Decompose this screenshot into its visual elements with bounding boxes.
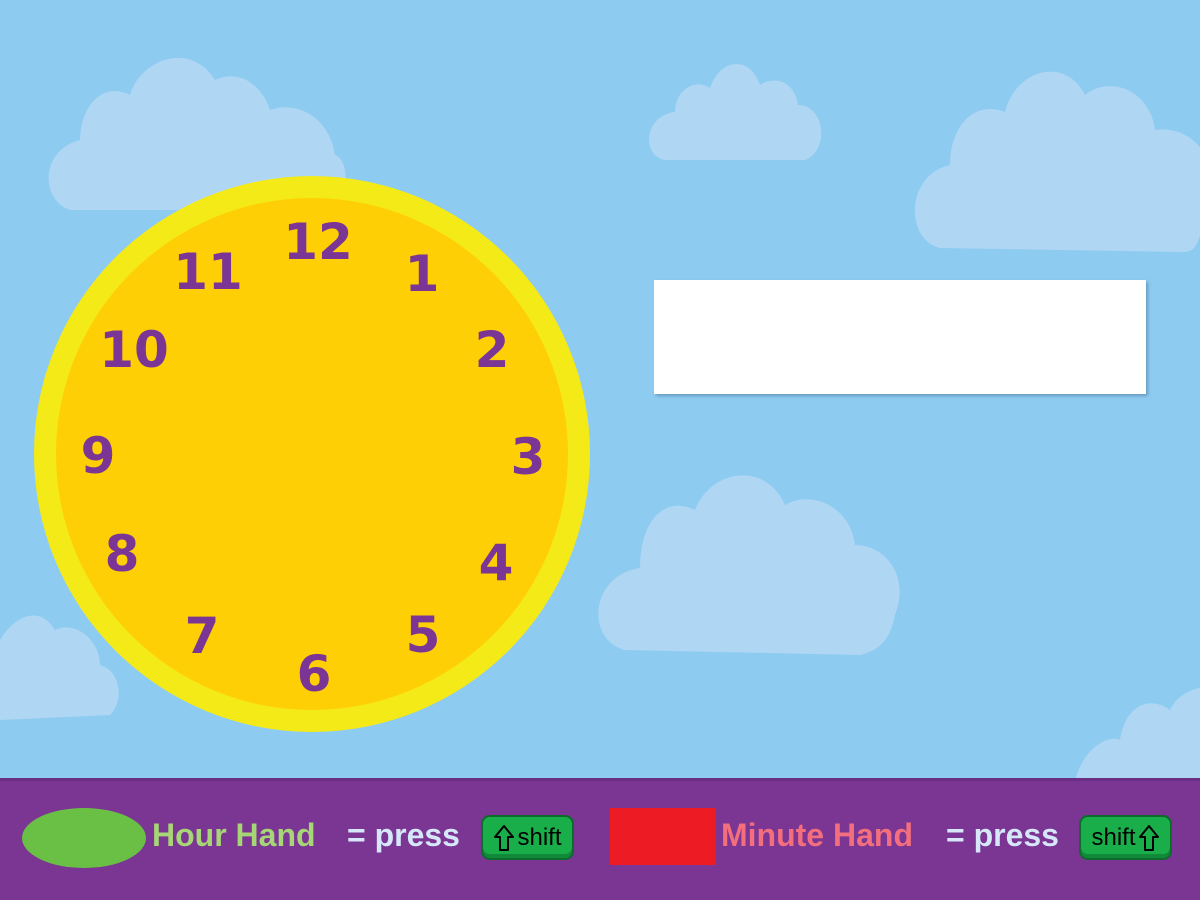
hour-hand-press-text: = press	[347, 817, 460, 853]
clock-number-12: 12	[283, 213, 353, 271]
clock-number-9: 9	[80, 427, 116, 485]
cloud-bottom-right	[1075, 688, 1200, 780]
clock-number-5: 5	[405, 606, 441, 664]
clock-number-3: 3	[510, 428, 546, 486]
cloud-top-center	[648, 63, 822, 160]
hour-hand-swatch	[22, 808, 146, 868]
clock-number-10: 10	[99, 321, 169, 379]
minute-hand-swatch	[610, 808, 716, 865]
hour-shift-key-label: shift	[517, 823, 562, 851]
clock-face[interactable]	[56, 198, 568, 710]
clock-number-1: 1	[404, 245, 440, 303]
clock-number-7: 7	[184, 607, 220, 665]
clock-number-8: 8	[104, 525, 140, 583]
clock[interactable]: 12 1 2 3 4 5 6 7 8 9 10 11	[34, 176, 590, 732]
clock-number-6: 6	[296, 645, 332, 703]
minute-hand-press-text: = press	[946, 817, 1059, 853]
clock-number-2: 2	[474, 321, 510, 379]
clock-number-4: 4	[478, 534, 514, 592]
time-answer-box[interactable]	[654, 280, 1146, 394]
minute-shift-key-label: shift	[1091, 823, 1136, 851]
hour-shift-key[interactable]: shift	[481, 815, 574, 860]
minute-hand-label: Minute Hand	[721, 817, 913, 853]
up-arrow-icon	[1138, 824, 1160, 852]
up-arrow-icon	[493, 824, 515, 852]
cloud-middle-right	[598, 475, 900, 655]
cloud-top-right	[914, 71, 1200, 252]
hour-hand-label: Hour Hand	[152, 817, 316, 853]
clock-number-11: 11	[173, 243, 243, 301]
legend-bar: Hour Hand = press shift Minute Hand = pr…	[0, 778, 1200, 900]
minute-shift-key[interactable]: shift	[1079, 815, 1172, 860]
